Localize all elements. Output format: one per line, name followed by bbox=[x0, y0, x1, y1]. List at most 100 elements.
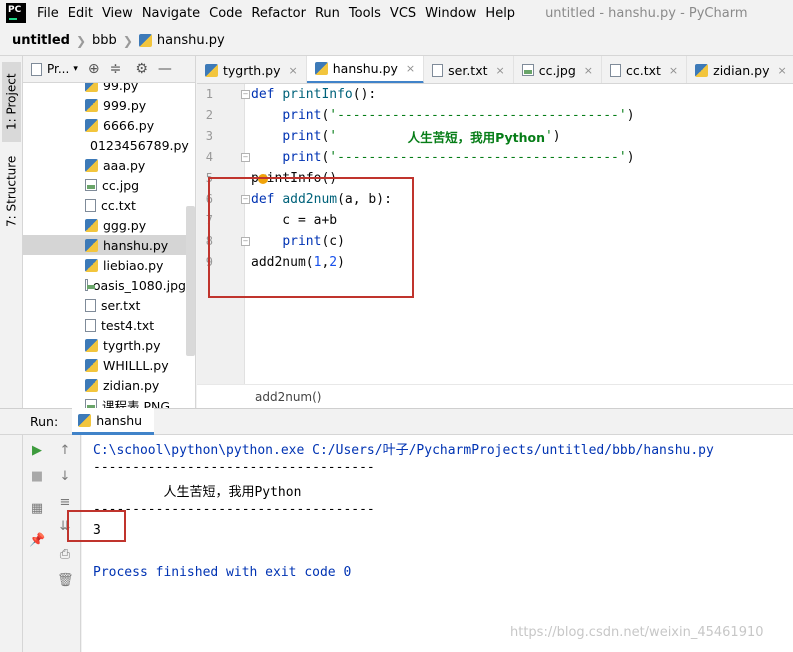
menu-file[interactable]: File bbox=[34, 6, 65, 21]
project-file-item[interactable]: 6666.py bbox=[23, 115, 186, 135]
menu-bar: PC File Edit View Navigate Code Refactor… bbox=[0, 0, 793, 26]
project-file-item[interactable]: zidian.py bbox=[23, 375, 186, 395]
line-number: 6 bbox=[205, 192, 213, 206]
project-file-item[interactable]: hanshu.py bbox=[23, 235, 186, 255]
watermark: https://blog.csdn.net/weixin_45461910 bbox=[510, 625, 764, 640]
code-token: add2num bbox=[282, 192, 338, 207]
code-token: ( bbox=[321, 150, 330, 165]
project-file-item[interactable]: test4.txt bbox=[23, 315, 186, 335]
image-file-icon bbox=[85, 279, 95, 291]
menu-vcs[interactable]: VCS bbox=[387, 6, 422, 21]
intention-bulb-icon[interactable] bbox=[258, 174, 268, 184]
close-icon[interactable]: × bbox=[289, 64, 298, 77]
menu-run[interactable]: Run bbox=[312, 6, 346, 21]
close-icon[interactable]: × bbox=[584, 64, 593, 77]
project-file-label: cc.txt bbox=[101, 197, 136, 213]
scroll-to-end-icon[interactable]: ⇊ bbox=[57, 519, 73, 535]
rerun-icon[interactable]: ▶ bbox=[29, 443, 45, 459]
python-file-icon bbox=[78, 413, 92, 427]
editor-tab[interactable]: tygrth.py × bbox=[197, 56, 307, 83]
editor-breadcrumb-context[interactable]: add2num() bbox=[197, 384, 793, 408]
breadcrumb-file-label: hanshu.py bbox=[156, 33, 225, 48]
menu-navigate[interactable]: Navigate bbox=[139, 6, 206, 21]
menu-view[interactable]: View bbox=[99, 6, 139, 21]
line-number: 4 bbox=[205, 150, 213, 164]
python-file-icon bbox=[85, 98, 98, 112]
project-file-item[interactable]: cc.txt bbox=[23, 195, 186, 215]
text-file-icon bbox=[432, 63, 444, 77]
fold-marker-icon[interactable]: − bbox=[241, 237, 250, 246]
scroll-down-icon[interactable]: ↓ bbox=[57, 469, 73, 485]
breadcrumb-folder[interactable]: bbb bbox=[92, 33, 117, 48]
project-view-selector[interactable]: Pr... bbox=[47, 62, 69, 76]
editor-tab[interactable]: ser.txt × bbox=[424, 56, 514, 83]
code-token: ' bbox=[544, 129, 553, 144]
layout-icon[interactable]: ▦ bbox=[29, 501, 45, 517]
text-file-icon bbox=[85, 298, 96, 312]
close-icon[interactable]: × bbox=[777, 64, 786, 77]
locate-file-icon[interactable]: ⊕ bbox=[88, 61, 100, 77]
breadcrumb-file[interactable]: hanshu.py bbox=[138, 33, 225, 48]
menu-code[interactable]: Code bbox=[206, 6, 248, 21]
window-title: untitled - hanshu.py - PyCharm bbox=[545, 5, 748, 21]
pin-icon[interactable]: 📌 bbox=[29, 533, 45, 549]
menu-refactor[interactable]: Refactor bbox=[248, 6, 312, 21]
code-token: def bbox=[251, 192, 283, 207]
project-file-item[interactable]: WHILLL.py bbox=[23, 355, 186, 375]
code-editor[interactable]: 1 2 3 4 5 6 7 8 9− − − − def printInfo (): print('--… bbox=[197, 84, 793, 384]
project-file-item[interactable]: 课程表.PNG bbox=[23, 395, 186, 408]
tool-tab-project[interactable]: 1: Project bbox=[2, 62, 21, 142]
editor-tab[interactable]: cc.txt × bbox=[602, 56, 688, 83]
close-icon[interactable]: × bbox=[496, 64, 505, 77]
print-icon[interactable]: ⎙ bbox=[57, 547, 73, 563]
run-console[interactable]: C:\school\python\python.exe C:/Users/叶子/… bbox=[82, 435, 793, 652]
code-token: (): bbox=[352, 87, 377, 102]
breadcrumb-separator-icon: ❯ bbox=[75, 33, 87, 48]
project-file-list: 99.py 999.py 6666.py 0123456789.py aaa.py cc.… bbox=[23, 83, 195, 408]
menu-help[interactable]: Help bbox=[482, 6, 521, 21]
project-scrollbar[interactable] bbox=[186, 206, 195, 356]
close-icon[interactable]: × bbox=[669, 64, 678, 77]
console-command-line: C:\school\python\python.exe C:/Users/叶子/… bbox=[93, 443, 714, 458]
soft-wrap-icon[interactable]: ≡ bbox=[57, 495, 73, 511]
chevron-down-icon[interactable]: ▾ bbox=[73, 64, 78, 74]
gear-icon[interactable]: ⚙ bbox=[135, 61, 148, 77]
project-file-item[interactable]: oasis_1080.jpg bbox=[23, 275, 186, 295]
minimize-icon[interactable]: — bbox=[158, 61, 172, 77]
project-file-item[interactable]: tygrth.py bbox=[23, 335, 186, 355]
editor-tab-label: cc.jpg bbox=[538, 62, 576, 78]
project-file-item[interactable]: 0123456789.py bbox=[23, 135, 189, 155]
collapse-all-icon[interactable]: ≑ bbox=[110, 61, 122, 77]
console-output-line: ------------------------------------ bbox=[93, 460, 375, 475]
line-number: 5 bbox=[205, 171, 213, 185]
tool-tab-structure[interactable]: 7: Structure bbox=[2, 148, 21, 234]
menu-window[interactable]: Window bbox=[422, 6, 482, 21]
console-exit-message: Process finished with exit code 0 bbox=[93, 565, 352, 580]
editor-tab[interactable]: zidian.py × bbox=[687, 56, 793, 83]
menu-edit[interactable]: Edit bbox=[65, 6, 99, 21]
project-file-item[interactable]: cc.jpg bbox=[23, 175, 186, 195]
line-number: 8 bbox=[205, 234, 213, 248]
code-token: ) bbox=[337, 255, 345, 270]
code-token: '------------------------------------' bbox=[329, 108, 627, 123]
breadcrumb-project[interactable]: untitled bbox=[12, 33, 70, 48]
fold-marker-icon[interactable]: − bbox=[241, 153, 250, 162]
trash-icon[interactable]: 🗑 bbox=[57, 573, 74, 589]
project-file-item[interactable]: liebiao.py bbox=[23, 255, 186, 275]
project-file-item[interactable]: 999.py bbox=[23, 95, 186, 115]
fold-marker-icon[interactable]: − bbox=[241, 90, 250, 99]
project-file-item[interactable]: aaa.py bbox=[23, 155, 186, 175]
fold-marker-icon[interactable]: − bbox=[241, 195, 250, 204]
editor-tab[interactable]: hanshu.py × bbox=[306, 56, 425, 83]
editor-tab[interactable]: cc.jpg × bbox=[514, 56, 602, 83]
run-tab-hanshu[interactable]: hanshu bbox=[72, 408, 155, 435]
project-file-item[interactable]: ser.txt bbox=[23, 295, 186, 315]
stop-icon[interactable]: ■ bbox=[29, 469, 45, 485]
project-file-item[interactable]: 99.py bbox=[23, 83, 186, 95]
project-file-item[interactable]: ggg.py bbox=[23, 215, 186, 235]
menu-tools[interactable]: Tools bbox=[346, 6, 387, 21]
scroll-up-icon[interactable]: ↑ bbox=[57, 443, 73, 459]
close-icon[interactable]: × bbox=[406, 62, 415, 75]
